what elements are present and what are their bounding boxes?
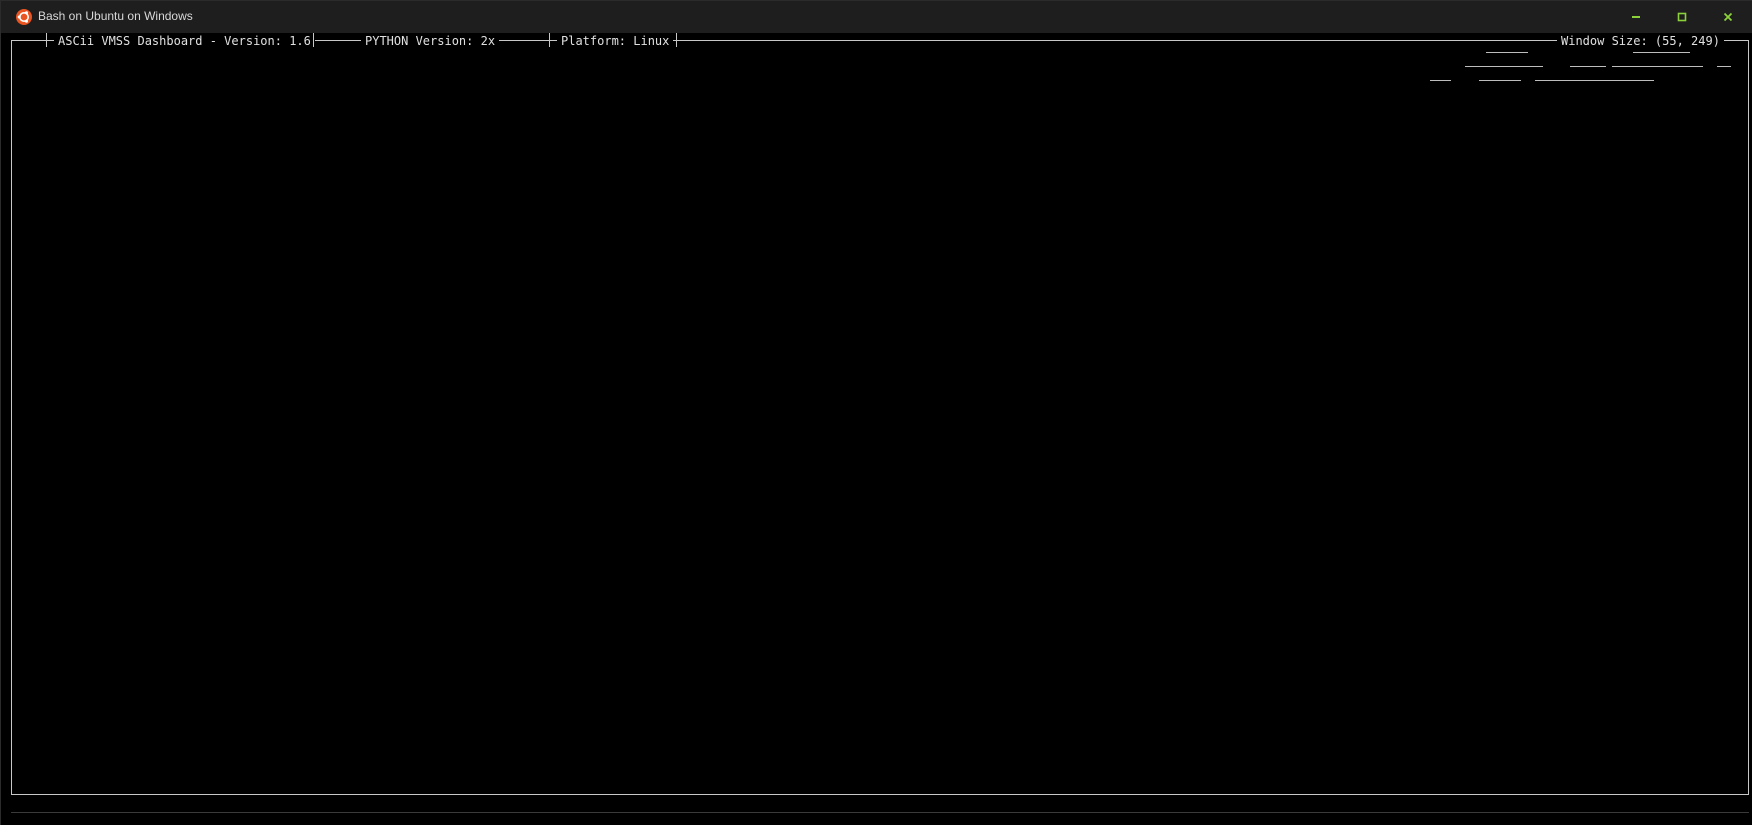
ascii-mark xyxy=(1430,80,1451,81)
ascii-mark xyxy=(1717,66,1731,67)
ascii-mark xyxy=(1465,66,1543,67)
python-version-label: PYTHON Version: 2x xyxy=(361,33,500,49)
ubuntu-logo-icon[interactable] xyxy=(16,9,32,25)
maximize-icon xyxy=(1677,12,1687,22)
bottom-divider xyxy=(11,812,1749,813)
header-separator xyxy=(549,33,550,47)
header-separator xyxy=(676,33,677,47)
ascii-mark xyxy=(1633,52,1690,53)
app-version-label: ASCii VMSS Dashboard - Version: 1.6 xyxy=(54,33,315,49)
terminal-window: Bash on Ubuntu on Windows ASCii VMSS Das… xyxy=(0,0,1752,825)
platform-label: Platform: Linux xyxy=(557,33,674,49)
maximize-button[interactable] xyxy=(1659,1,1705,33)
close-icon xyxy=(1723,12,1733,22)
minimize-icon xyxy=(1632,16,1640,18)
ascii-mark xyxy=(1570,66,1606,67)
header-separator xyxy=(46,33,47,47)
ascii-mark xyxy=(1479,80,1521,81)
terminal-area[interactable]: ASCii VMSS Dashboard - Version: 1.6 PYTH… xyxy=(1,33,1752,825)
dashboard-frame xyxy=(11,40,1749,795)
title-bar[interactable]: Bash on Ubuntu on Windows xyxy=(1,1,1752,33)
ascii-mark xyxy=(1535,80,1654,81)
window-size-label: Window Size: (55, 249) xyxy=(1557,33,1724,49)
ascii-mark xyxy=(1486,52,1528,53)
window-title: Bash on Ubuntu on Windows xyxy=(38,9,193,23)
ascii-mark xyxy=(1612,66,1703,67)
minimize-button[interactable] xyxy=(1613,1,1659,33)
header-separator xyxy=(313,33,314,47)
close-button[interactable] xyxy=(1705,1,1751,33)
